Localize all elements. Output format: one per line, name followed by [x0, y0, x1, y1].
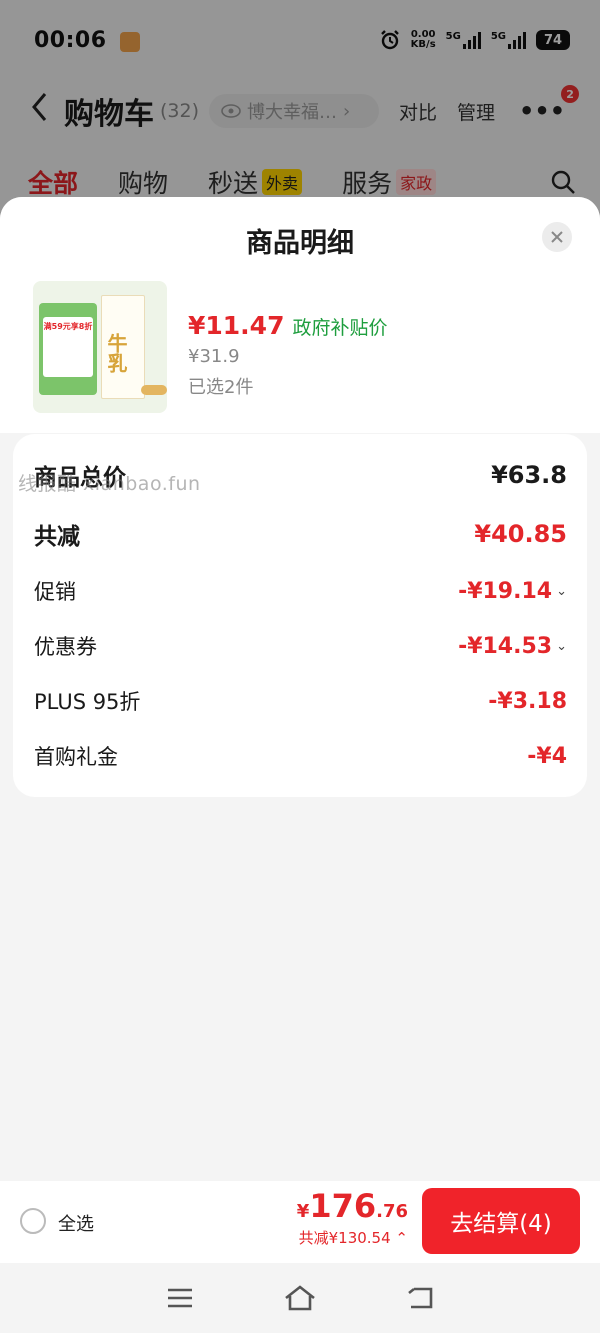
sheet-header: 商品明细 — [0, 197, 600, 281]
image-product-text: 牛乳 — [104, 333, 128, 373]
close-icon — [551, 231, 563, 243]
summary-row-plus: PLUS 95折 -¥3.18 — [34, 686, 567, 716]
row-label: 促销 — [34, 580, 76, 604]
price-tag: 政府补贴价 — [292, 317, 388, 339]
total-integer: 176 — [309, 1187, 377, 1225]
product-price: ¥11.47 — [188, 311, 285, 340]
savings-text: 共减¥130.54 — [298, 1229, 391, 1247]
row-label: PLUS 95折 — [34, 690, 141, 714]
watermark: 线报酷 xianbao.fun — [18, 473, 201, 495]
row-value: ¥63.8 — [491, 461, 567, 489]
menu-icon — [168, 1288, 192, 1308]
checkout-button[interactable]: 去结算(4) — [422, 1188, 580, 1254]
home-icon — [285, 1285, 315, 1311]
chevron-down-icon[interactable]: ⌄ — [556, 584, 567, 599]
chevron-up-icon: ⌃ — [395, 1229, 408, 1247]
total-price: ¥176.76 — [297, 1187, 408, 1225]
home-button[interactable] — [280, 1278, 320, 1318]
row-value-wrap: -¥19.14 ⌄ — [458, 579, 567, 604]
image-promo-text: 满59元享8折 — [43, 317, 93, 377]
select-all-label[interactable]: 全选 — [58, 1210, 94, 1236]
price-row: ¥11.47 政府补贴价 — [188, 311, 388, 340]
recent-apps-button[interactable] — [160, 1278, 200, 1318]
currency-symbol: ¥ — [296, 1201, 310, 1222]
product-item: 满59元享8折 牛乳 ¥11.47 政府补贴价 ¥31.9 已选2件 — [0, 281, 600, 433]
row-value: ¥40.85 — [474, 520, 567, 548]
row-value: -¥4 — [527, 743, 567, 769]
row-value-wrap: -¥14.53 ⌄ — [458, 634, 567, 659]
total-decimal: .76 — [376, 1201, 408, 1222]
checkout-bar: 全选 ¥176.76 共减¥130.54 ⌃ 去结算(4) — [0, 1181, 600, 1263]
summary-row-first-purchase: 首购礼金 -¥4 — [34, 741, 567, 771]
close-button[interactable] — [542, 222, 572, 252]
original-price: ¥31.9 — [188, 346, 240, 367]
row-label: 共减 — [34, 524, 80, 550]
product-info: ¥11.47 政府补贴价 ¥31.9 已选2件 — [188, 311, 388, 399]
total-savings[interactable]: 共减¥130.54 ⌃ — [297, 1227, 408, 1248]
row-value: -¥3.18 — [488, 688, 567, 714]
summary-row-coupon[interactable]: 优惠券 -¥14.53 ⌄ — [34, 631, 567, 661]
total-block: ¥176.76 共减¥130.54 ⌃ — [297, 1187, 408, 1248]
system-nav-bar — [0, 1263, 600, 1333]
chevron-down-icon[interactable]: ⌄ — [556, 639, 567, 654]
summary-row-promotion[interactable]: 促销 -¥19.14 ⌄ — [34, 576, 567, 606]
row-value: -¥19.14 — [458, 578, 553, 604]
back-icon — [408, 1287, 433, 1309]
image-decoration — [141, 385, 167, 395]
back-system-button[interactable] — [400, 1278, 440, 1318]
row-label: 优惠券 — [34, 635, 97, 659]
row-value: -¥14.53 — [458, 633, 553, 659]
select-all-checkbox[interactable] — [20, 1208, 46, 1234]
row-label: 首购礼金 — [34, 745, 118, 769]
selected-quantity: 已选2件 — [188, 377, 254, 398]
summary-row-total-discount: 共减 ¥40.85 — [34, 517, 567, 551]
product-image[interactable]: 满59元享8折 牛乳 — [33, 281, 167, 413]
detail-sheet: 商品明细 满59元享8折 牛乳 ¥11.47 政府补贴价 ¥31.9 已选2件 … — [0, 197, 600, 1181]
sheet-title: 商品明细 — [246, 228, 354, 259]
